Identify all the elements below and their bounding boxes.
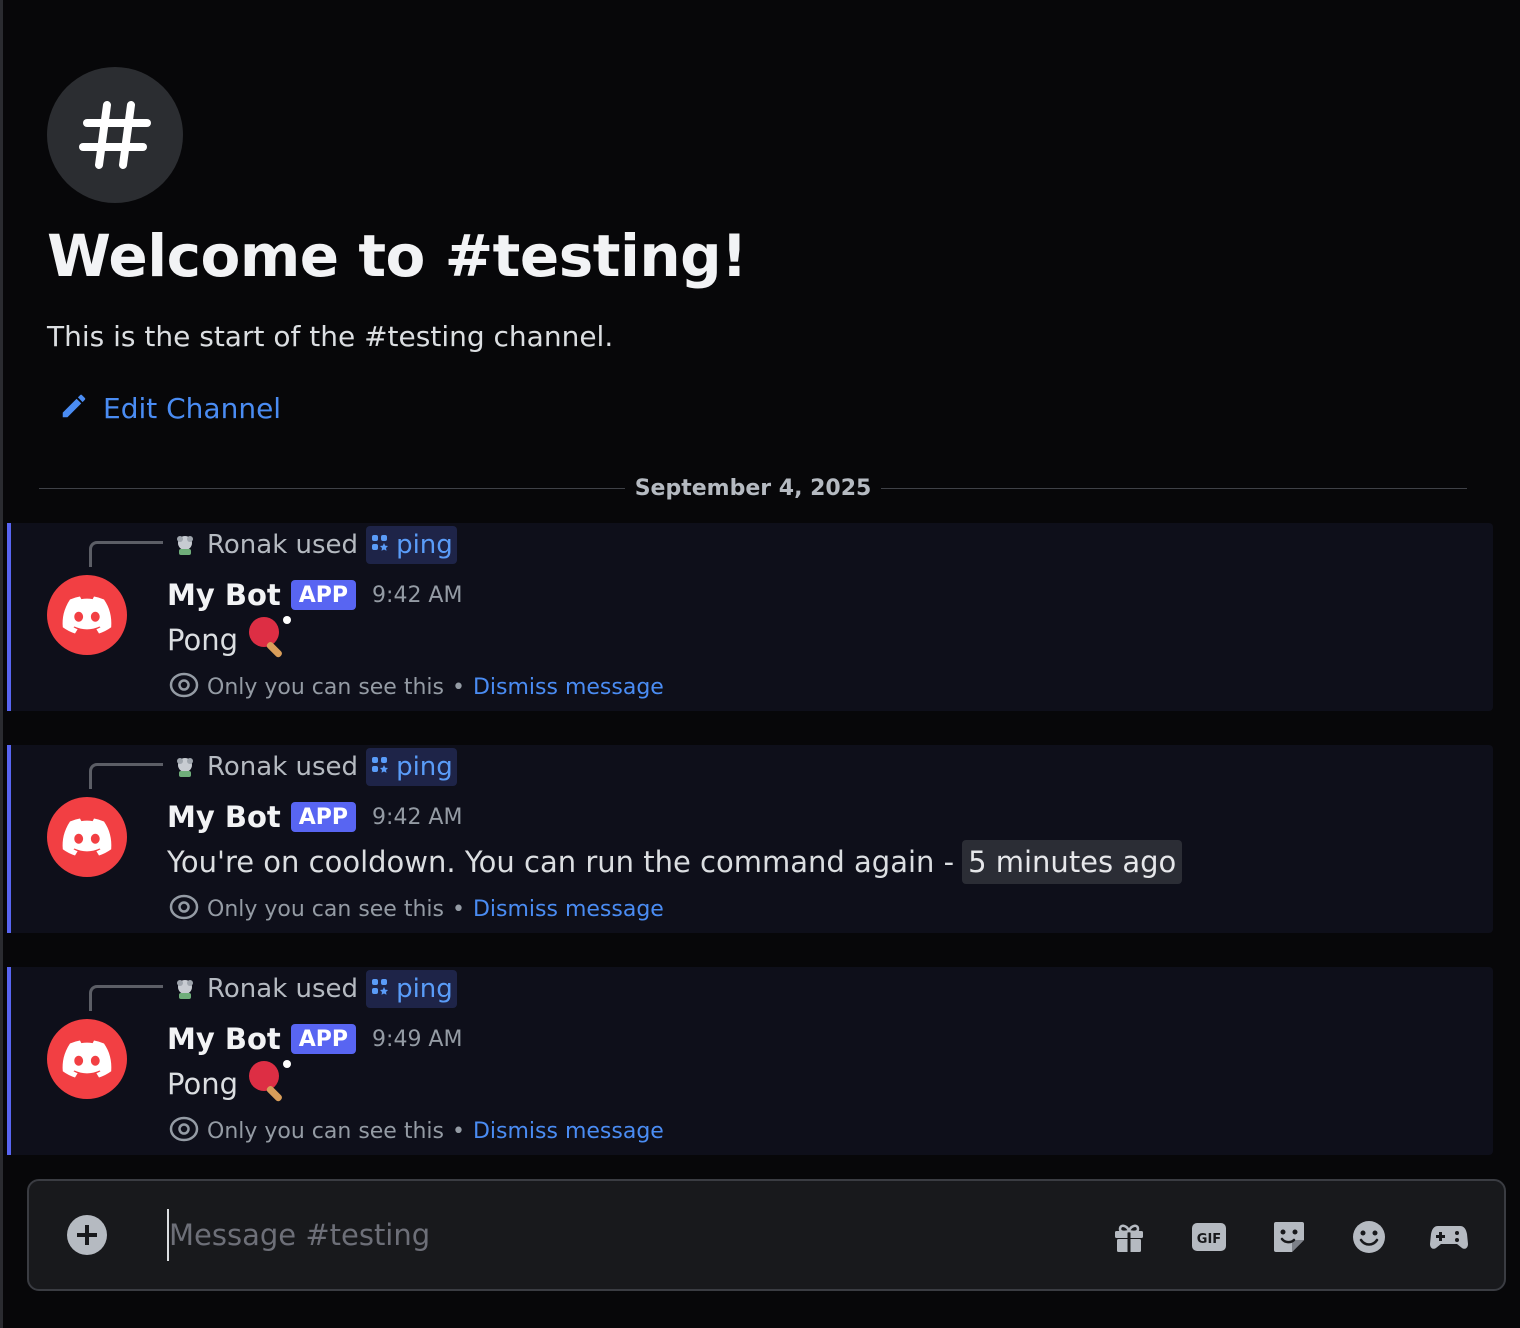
divider-date: September 4, 2025 (634, 475, 872, 501)
command-reply-context[interactable]: Ronak used ping (171, 525, 457, 565)
ping-pong-icon (246, 614, 294, 667)
app-badge: APP (290, 1024, 357, 1054)
welcome-title: Welcome to #testing! (47, 222, 748, 290)
command-reply-context[interactable]: Ronak used ping (171, 747, 457, 787)
author-name[interactable]: My Bot (167, 1022, 281, 1056)
separator-dot: • (451, 1118, 465, 1144)
app-command-icon (370, 755, 390, 779)
divider-line (39, 487, 625, 489)
eye-icon (169, 1116, 199, 1146)
command-name: ping (396, 530, 453, 560)
bot-avatar[interactable] (47, 797, 127, 877)
app-command-icon (370, 977, 390, 1001)
reply-username[interactable]: Ronak used (207, 752, 358, 782)
user-avatar-icon (171, 531, 199, 559)
gif-icon[interactable]: GIF (1187, 1215, 1231, 1259)
gift-icon[interactable] (1107, 1215, 1151, 1259)
eye-icon (169, 894, 199, 924)
divider-line (881, 487, 1468, 489)
reply-spine (89, 985, 163, 1011)
message-text: Pong (167, 1067, 238, 1101)
message-composer: GIF (27, 1179, 1506, 1291)
discord-logo-icon (62, 596, 112, 634)
reply-spine (89, 763, 163, 789)
activities-icon[interactable] (1427, 1215, 1471, 1259)
bot-avatar[interactable] (47, 575, 127, 655)
message-timestamp[interactable]: 9:42 AM (372, 583, 462, 608)
message-header: My Bot APP 9:42 AM (167, 573, 462, 617)
relative-timestamp-chip[interactable]: 5 minutes ago (962, 840, 1183, 884)
chat-pane: Welcome to #testing! This is the start o… (0, 0, 1520, 1328)
separator-dot: • (451, 674, 465, 700)
slash-command-mention[interactable]: ping (366, 970, 457, 1008)
message-content: Pong (167, 1059, 294, 1107)
eye-icon (169, 672, 199, 702)
author-name[interactable]: My Bot (167, 578, 281, 612)
user-avatar-icon (171, 975, 199, 1003)
message-text: You're on cooldown. You can run the comm… (167, 845, 955, 879)
discord-logo-icon (62, 818, 112, 856)
app-command-icon (370, 533, 390, 557)
dismiss-message-link[interactable]: Dismiss message (473, 897, 664, 922)
app-badge: APP (290, 580, 357, 610)
reply-username[interactable]: Ronak used (207, 530, 358, 560)
user-avatar-icon (171, 753, 199, 781)
message-content: You're on cooldown. You can run the comm… (167, 839, 1183, 885)
message-timestamp[interactable]: 9:49 AM (372, 1027, 462, 1052)
slash-command-mention[interactable]: ping (366, 526, 457, 564)
plus-icon (77, 1225, 97, 1245)
ephemeral-note: Only you can see this (207, 674, 444, 700)
dismiss-message-link[interactable]: Dismiss message (473, 1119, 664, 1144)
command-reply-context[interactable]: Ronak used ping (171, 969, 457, 1009)
ephemeral-notice: Only you can see this • Dismiss message (169, 891, 664, 927)
app-badge: APP (290, 802, 357, 832)
sticker-icon[interactable] (1267, 1215, 1311, 1259)
reply-username[interactable]: Ronak used (207, 974, 358, 1004)
date-divider: September 4, 2025 (39, 472, 1468, 504)
message-header: My Bot APP 9:49 AM (167, 1017, 462, 1061)
message-content: Pong (167, 615, 294, 663)
message-input[interactable] (167, 1209, 1067, 1261)
message-item[interactable]: Ronak used ping My Bot APP 9:49 AM Pong (7, 967, 1493, 1155)
message-item[interactable]: Ronak used ping My Bot APP 9:42 AM You'r… (7, 745, 1493, 933)
ephemeral-note: Only you can see this (207, 896, 444, 922)
hash-icon (47, 67, 183, 203)
message-header: My Bot APP 9:42 AM (167, 795, 462, 839)
message-text: Pong (167, 623, 238, 657)
edit-channel-button[interactable]: Edit Channel (59, 386, 281, 430)
message-item[interactable]: Ronak used ping My Bot APP 9:42 AM Pong (7, 523, 1493, 711)
command-name: ping (396, 752, 453, 782)
ping-pong-icon (246, 1058, 294, 1111)
slash-command-mention[interactable]: ping (366, 748, 457, 786)
message-timestamp[interactable]: 9:42 AM (372, 805, 462, 830)
reply-spine (89, 541, 163, 567)
command-name: ping (396, 974, 453, 1004)
edit-channel-label: Edit Channel (103, 391, 282, 425)
svg-text:GIF: GIF (1197, 1232, 1221, 1247)
pencil-icon (59, 391, 89, 425)
separator-dot: • (451, 896, 465, 922)
discord-logo-icon (62, 1040, 112, 1078)
welcome-subtitle: This is the start of the #testing channe… (47, 320, 614, 353)
dismiss-message-link[interactable]: Dismiss message (473, 675, 664, 700)
author-name[interactable]: My Bot (167, 800, 281, 834)
emoji-icon[interactable] (1347, 1215, 1391, 1259)
ephemeral-notice: Only you can see this • Dismiss message (169, 1113, 664, 1149)
ephemeral-notice: Only you can see this • Dismiss message (169, 669, 664, 705)
add-attachment-button[interactable] (67, 1215, 107, 1255)
ephemeral-note: Only you can see this (207, 1118, 444, 1144)
bot-avatar[interactable] (47, 1019, 127, 1099)
